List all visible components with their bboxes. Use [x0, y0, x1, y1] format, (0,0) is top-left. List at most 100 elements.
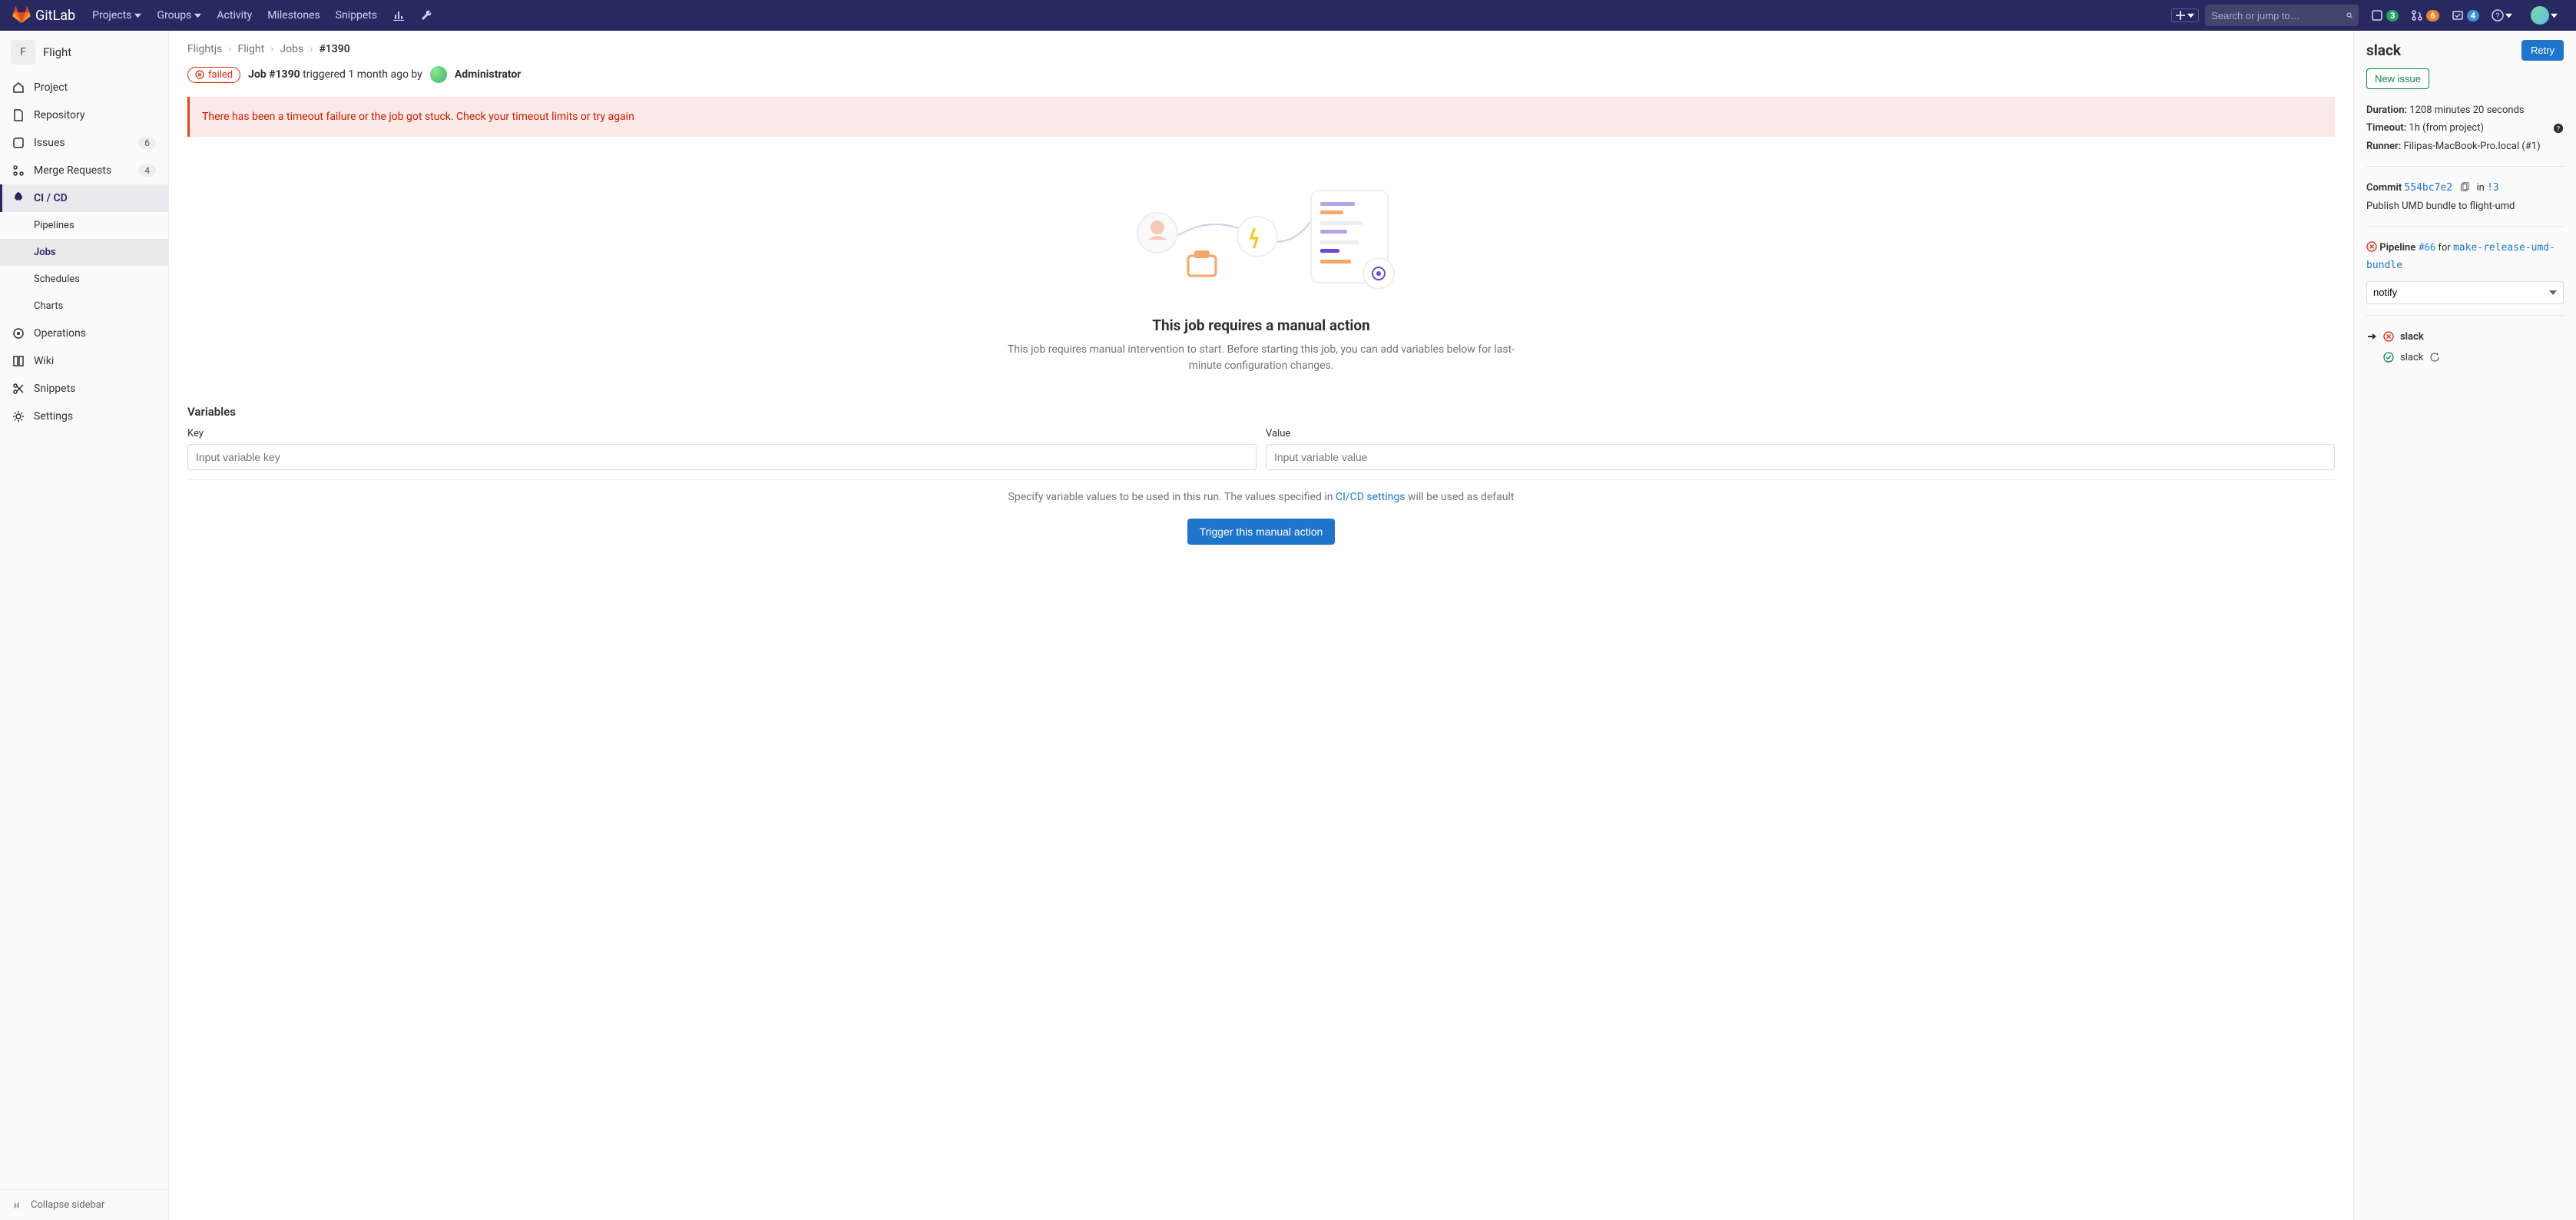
failed-icon: [2383, 331, 2394, 342]
search-input[interactable]: [2211, 10, 2346, 22]
search-box[interactable]: [2205, 5, 2359, 26]
project-name: Flight: [43, 45, 71, 59]
triggerer-name[interactable]: Administrator: [455, 68, 521, 81]
svg-text:?: ?: [2496, 12, 2500, 21]
empty-title: This job requires a manual action: [1000, 317, 1522, 334]
copy-icon[interactable]: [2459, 182, 2469, 192]
sidebar-item-snippets[interactable]: Snippets: [0, 375, 168, 403]
nav-issues-counter[interactable]: 3: [2366, 6, 2403, 25]
right-sidebar: slack Retry New issue Duration: 1208 min…: [2353, 31, 2576, 1220]
collapse-icon: [12, 1200, 23, 1211]
nav-user-menu[interactable]: [2520, 3, 2562, 28]
chevron-down-icon: [2187, 12, 2194, 19]
new-issue-button[interactable]: New issue: [2366, 68, 2429, 89]
crumb-jobs[interactable]: Jobs: [280, 43, 303, 55]
scissors-icon: [12, 383, 25, 395]
key-label: Key: [187, 428, 1257, 439]
sidebar-item-project[interactable]: Project: [0, 74, 168, 101]
nav-groups[interactable]: Groups: [149, 0, 209, 31]
retry-button[interactable]: Retry: [2521, 40, 2564, 61]
variable-value-input[interactable]: [1266, 444, 2335, 470]
failed-icon: [195, 70, 204, 79]
chevron-down-icon: [2505, 12, 2512, 19]
chevron-down-icon: [134, 12, 141, 19]
empty-body: This job requires manual intervention to…: [1000, 342, 1522, 374]
brand[interactable]: GitLab: [12, 6, 75, 25]
help-icon: ?: [2492, 9, 2504, 22]
home-icon: [12, 81, 25, 94]
sidebar-item-issues[interactable]: Issues6: [0, 129, 168, 157]
nav-milestones[interactable]: Milestones: [260, 0, 328, 31]
value-label: Value: [1266, 428, 2335, 439]
nav-admin-icon[interactable]: [412, 0, 440, 31]
job-name: slack: [2366, 41, 2401, 59]
help-icon[interactable]: ?: [2553, 123, 2564, 134]
failed-icon: [2366, 241, 2377, 252]
merge-request-icon: [2411, 9, 2423, 22]
commit-message: Publish UMD bundle to flight-umd: [2366, 197, 2564, 215]
project-avatar: F: [11, 40, 35, 65]
job-title-line: Job #1390 triggered 1 month ago by: [248, 68, 422, 81]
gitlab-logo-icon: [12, 6, 31, 25]
timeout-alert: There has been a timeout failure or the …: [187, 97, 2335, 137]
search-icon: [2346, 9, 2353, 22]
sidebar-sub-schedules[interactable]: Schedules: [0, 266, 168, 293]
nav-plus[interactable]: [2171, 8, 2199, 22]
commit-sha-link[interactable]: 554bc7e2: [2404, 182, 2452, 194]
sidebar-item-repository[interactable]: Repository: [0, 101, 168, 129]
empty-state: This job requires a manual action This j…: [1000, 160, 1522, 374]
gear-icon: [12, 410, 25, 423]
variables-heading: Variables: [187, 405, 2335, 419]
variable-key-input[interactable]: [187, 444, 1257, 470]
job-row[interactable]: slack: [2366, 347, 2564, 368]
doc-icon: [12, 109, 25, 121]
crumb-project[interactable]: Flight: [238, 43, 265, 55]
nav-snippets[interactable]: Snippets: [328, 0, 385, 31]
issues-icon: [12, 137, 25, 149]
operations-icon: [12, 327, 25, 340]
job-header: failed Job #1390 triggered 1 month ago b…: [187, 66, 2335, 83]
sidebar-sub-pipelines[interactable]: Pipelines: [0, 212, 168, 239]
mr-link[interactable]: !3: [2487, 182, 2499, 194]
breadcrumb: Flightjs› Flight› Jobs› #1390: [187, 43, 2335, 55]
book-icon: [12, 355, 25, 367]
sidebar-item-operations[interactable]: Operations: [0, 320, 168, 347]
merge-request-icon: [12, 164, 25, 177]
sidebar-sub-charts[interactable]: Charts: [0, 293, 168, 320]
svg-text:?: ?: [2557, 126, 2560, 134]
sidebar-item-wiki[interactable]: Wiki: [0, 347, 168, 375]
rocket-icon: [12, 192, 25, 204]
stage-select[interactable]: notify: [2366, 281, 2564, 304]
variables-help: Specify variable values to be used in th…: [187, 491, 2335, 503]
cicd-settings-link[interactable]: CI/CD settings: [1336, 491, 1406, 503]
nav-activity[interactable]: Activity: [209, 0, 260, 31]
crumb-group[interactable]: Flightjs: [187, 43, 222, 55]
trigger-button[interactable]: Trigger this manual action: [1187, 519, 1336, 545]
nav-analytics-icon[interactable]: [385, 0, 412, 31]
nav-todos-counter[interactable]: 4: [2447, 6, 2484, 25]
chevron-down-icon: [194, 12, 201, 19]
sidebar-sub-jobs[interactable]: Jobs: [0, 239, 168, 266]
nav-help[interactable]: ?: [2487, 6, 2517, 25]
sidebar-item-merge-requests[interactable]: Merge Requests4: [0, 157, 168, 184]
arrow-right-icon: [2366, 331, 2377, 342]
triggerer-avatar[interactable]: [430, 66, 447, 83]
nav-mr-counter[interactable]: 6: [2406, 6, 2443, 25]
passed-icon: [2383, 352, 2394, 363]
retry-icon[interactable]: [2429, 352, 2440, 363]
variables-section: Variables Key Value Specify variable val…: [187, 405, 2335, 545]
sidebar: F Flight Project Repository Issues6 Merg…: [0, 31, 169, 1220]
chevron-down-icon: [2551, 12, 2558, 19]
brand-text: GitLab: [35, 8, 75, 24]
pipeline-link[interactable]: #66: [2419, 242, 2436, 254]
job-row-current[interactable]: slack: [2366, 327, 2564, 347]
nav-projects[interactable]: Projects: [84, 0, 149, 31]
sidebar-item-cicd[interactable]: CI / CD: [0, 184, 168, 212]
status-badge: failed: [187, 67, 240, 83]
manual-action-illustration: [1111, 160, 1411, 298]
collapse-sidebar[interactable]: Collapse sidebar: [0, 1189, 168, 1220]
sidebar-project[interactable]: F Flight: [0, 31, 168, 74]
sidebar-item-settings[interactable]: Settings: [0, 403, 168, 430]
issues-icon: [2371, 9, 2383, 22]
crumb-current: #1390: [319, 43, 349, 55]
